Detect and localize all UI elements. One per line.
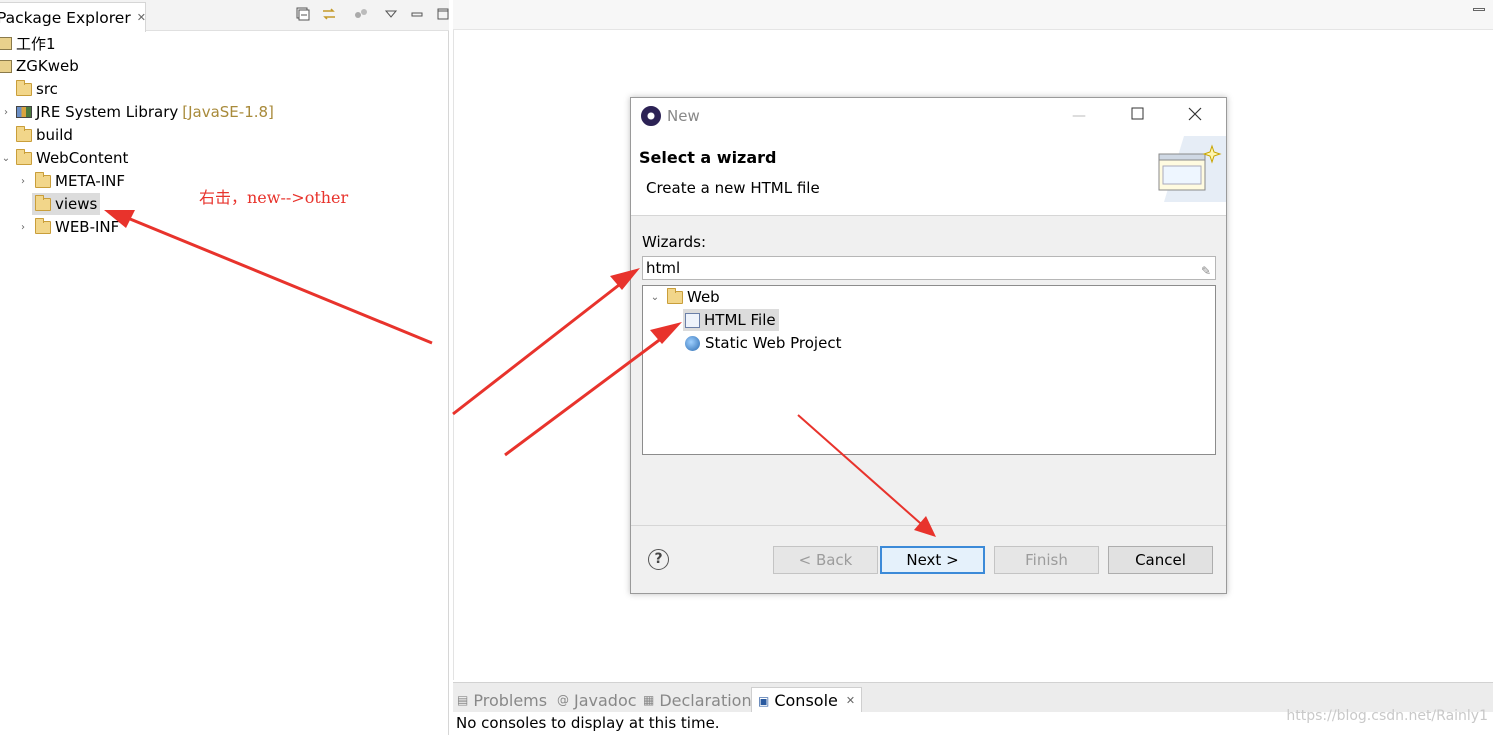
view-menu-icon[interactable] [382, 5, 400, 23]
folder-icon [35, 171, 51, 188]
tree-item-project-zgkweb[interactable]: ZGKweb [0, 55, 79, 77]
eclipse-window: Package Explorer ✕ 工作1 ZGKweb src › JRE … [0, 0, 1493, 735]
wizard-banner-icon [1154, 136, 1226, 202]
tab-declaration[interactable]: ▦ Declaration [643, 687, 752, 713]
tree-item-label: WEB-INF [55, 218, 120, 236]
html-file-icon [685, 312, 700, 328]
tree-item-label: Static Web Project [705, 334, 842, 352]
tree-item-label: WebContent [36, 149, 129, 167]
finish-button[interactable]: Finish [994, 546, 1099, 574]
cancel-button[interactable]: Cancel [1108, 546, 1213, 574]
tab-javadoc[interactable]: @ Javadoc [557, 687, 637, 713]
tree-item-label: Web [687, 288, 720, 306]
tree-item-label: ZGKweb [16, 57, 79, 75]
problems-icon: ▤ [457, 693, 469, 707]
annotation-text: 右击，new-->other [199, 188, 349, 207]
tab-label: Problems [473, 690, 548, 710]
wizard-description: Create a new HTML file [646, 179, 820, 197]
clear-icon[interactable]: ✎ [1201, 260, 1211, 282]
wizard-tree-item-web[interactable]: ⌄ Web [649, 286, 720, 308]
tree-item-jre-library[interactable]: › JRE System Library [JavaSE-1.8] [0, 101, 274, 123]
dialog-titlebar[interactable]: New — [631, 98, 1226, 134]
chevron-down-icon[interactable]: ⌄ [0, 153, 12, 164]
tree-item-decoration: [JavaSE-1.8] [182, 103, 274, 121]
folder-icon [16, 125, 32, 142]
tree-item-src[interactable]: src [16, 78, 58, 100]
chevron-right-icon[interactable]: › [17, 222, 29, 233]
minimize-icon[interactable]: — [1072, 108, 1086, 124]
new-wizard-dialog: New — Select a wizard Create a new HTML … [630, 97, 1227, 594]
tree-item-label: src [36, 80, 58, 98]
package-explorer-tabbar: Package Explorer ✕ [0, 0, 452, 32]
project-icon [0, 59, 12, 73]
tree-item-project-1[interactable]: 工作1 [0, 32, 56, 54]
link-with-editor-icon[interactable] [320, 5, 338, 23]
back-button[interactable]: < Back [773, 546, 878, 574]
eclipse-icon [641, 106, 661, 126]
wizard-tree-item-static-web-project[interactable]: Static Web Project [685, 332, 841, 354]
folder-open-icon [16, 148, 32, 165]
tab-problems[interactable]: ▤ Problems [457, 687, 547, 713]
library-icon [16, 106, 32, 118]
project-icon [0, 36, 12, 50]
package-explorer-tab[interactable]: Package Explorer ✕ [0, 2, 146, 32]
package-folder-icon [16, 79, 32, 96]
filter-icon[interactable] [352, 5, 370, 23]
wizard-heading: Select a wizard [639, 148, 777, 167]
at-icon: @ [557, 693, 569, 707]
close-icon[interactable]: ✕ [137, 11, 146, 24]
folder-open-icon [35, 194, 51, 211]
tree-item-label: views [55, 195, 98, 213]
dialog-separator [631, 525, 1226, 526]
folder-open-icon [667, 287, 683, 304]
console-icon: ▣ [758, 693, 770, 708]
declaration-icon: ▦ [643, 693, 655, 707]
tree-item-web-inf[interactable]: › WEB-INF [17, 216, 119, 238]
tab-label: Declaration [659, 690, 752, 710]
tab-console[interactable]: ▣ Console ✕ [751, 687, 863, 713]
tab-label: Console [774, 691, 838, 710]
editor-tabbar [453, 0, 1493, 30]
tree-item-label: JRE System Library [36, 103, 179, 121]
tree-item-label: HTML File [704, 311, 776, 329]
tree-item-webcontent[interactable]: ⌄ WebContent [0, 147, 128, 169]
wizard-header: Select a wizard Create a new HTML file [631, 134, 1226, 216]
next-button[interactable]: Next > [880, 546, 985, 574]
filter-value: html [646, 259, 681, 277]
help-icon[interactable]: ? [648, 549, 669, 570]
wizards-label: Wizards: [642, 233, 707, 251]
tree-item-meta-inf[interactable]: › META-INF [17, 170, 125, 192]
minimize-icon[interactable] [408, 5, 426, 23]
tree-item-selected-highlight: views [32, 193, 101, 215]
collapse-all-icon[interactable] [294, 5, 312, 23]
close-icon[interactable]: ✕ [846, 694, 855, 707]
chevron-right-icon[interactable]: › [0, 107, 12, 118]
tree-item-views[interactable]: views [32, 193, 101, 215]
view-toolbar [286, 5, 452, 23]
maximize-icon[interactable] [1131, 107, 1144, 124]
folder-icon [35, 217, 51, 234]
package-explorer-panel: Package Explorer ✕ 工作1 ZGKweb src › JRE … [0, 0, 449, 735]
wizard-filter-input[interactable]: html ✎ [642, 256, 1216, 280]
web-project-icon [685, 335, 700, 351]
wizard-tree-item-html-file[interactable]: HTML File [683, 309, 779, 331]
dialog-title: New [667, 107, 700, 125]
minimize-icon[interactable] [1473, 8, 1485, 11]
wizard-tree: ⌄ Web HTML File Static Web Project [642, 285, 1216, 455]
watermark: https://blog.csdn.net/Rainly1 [1286, 708, 1488, 724]
package-explorer-tab-label: Package Explorer [0, 8, 131, 27]
tree-item-label: build [36, 126, 73, 144]
chevron-down-icon[interactable]: ⌄ [649, 292, 661, 303]
close-icon[interactable] [1188, 107, 1202, 125]
tree-item-build[interactable]: build [16, 124, 73, 146]
maximize-icon[interactable] [434, 5, 452, 23]
tree-item-label: META-INF [55, 172, 126, 190]
tab-label: Javadoc [574, 690, 637, 710]
chevron-right-icon[interactable]: › [17, 176, 29, 187]
tree-item-label: 工作1 [16, 34, 56, 53]
